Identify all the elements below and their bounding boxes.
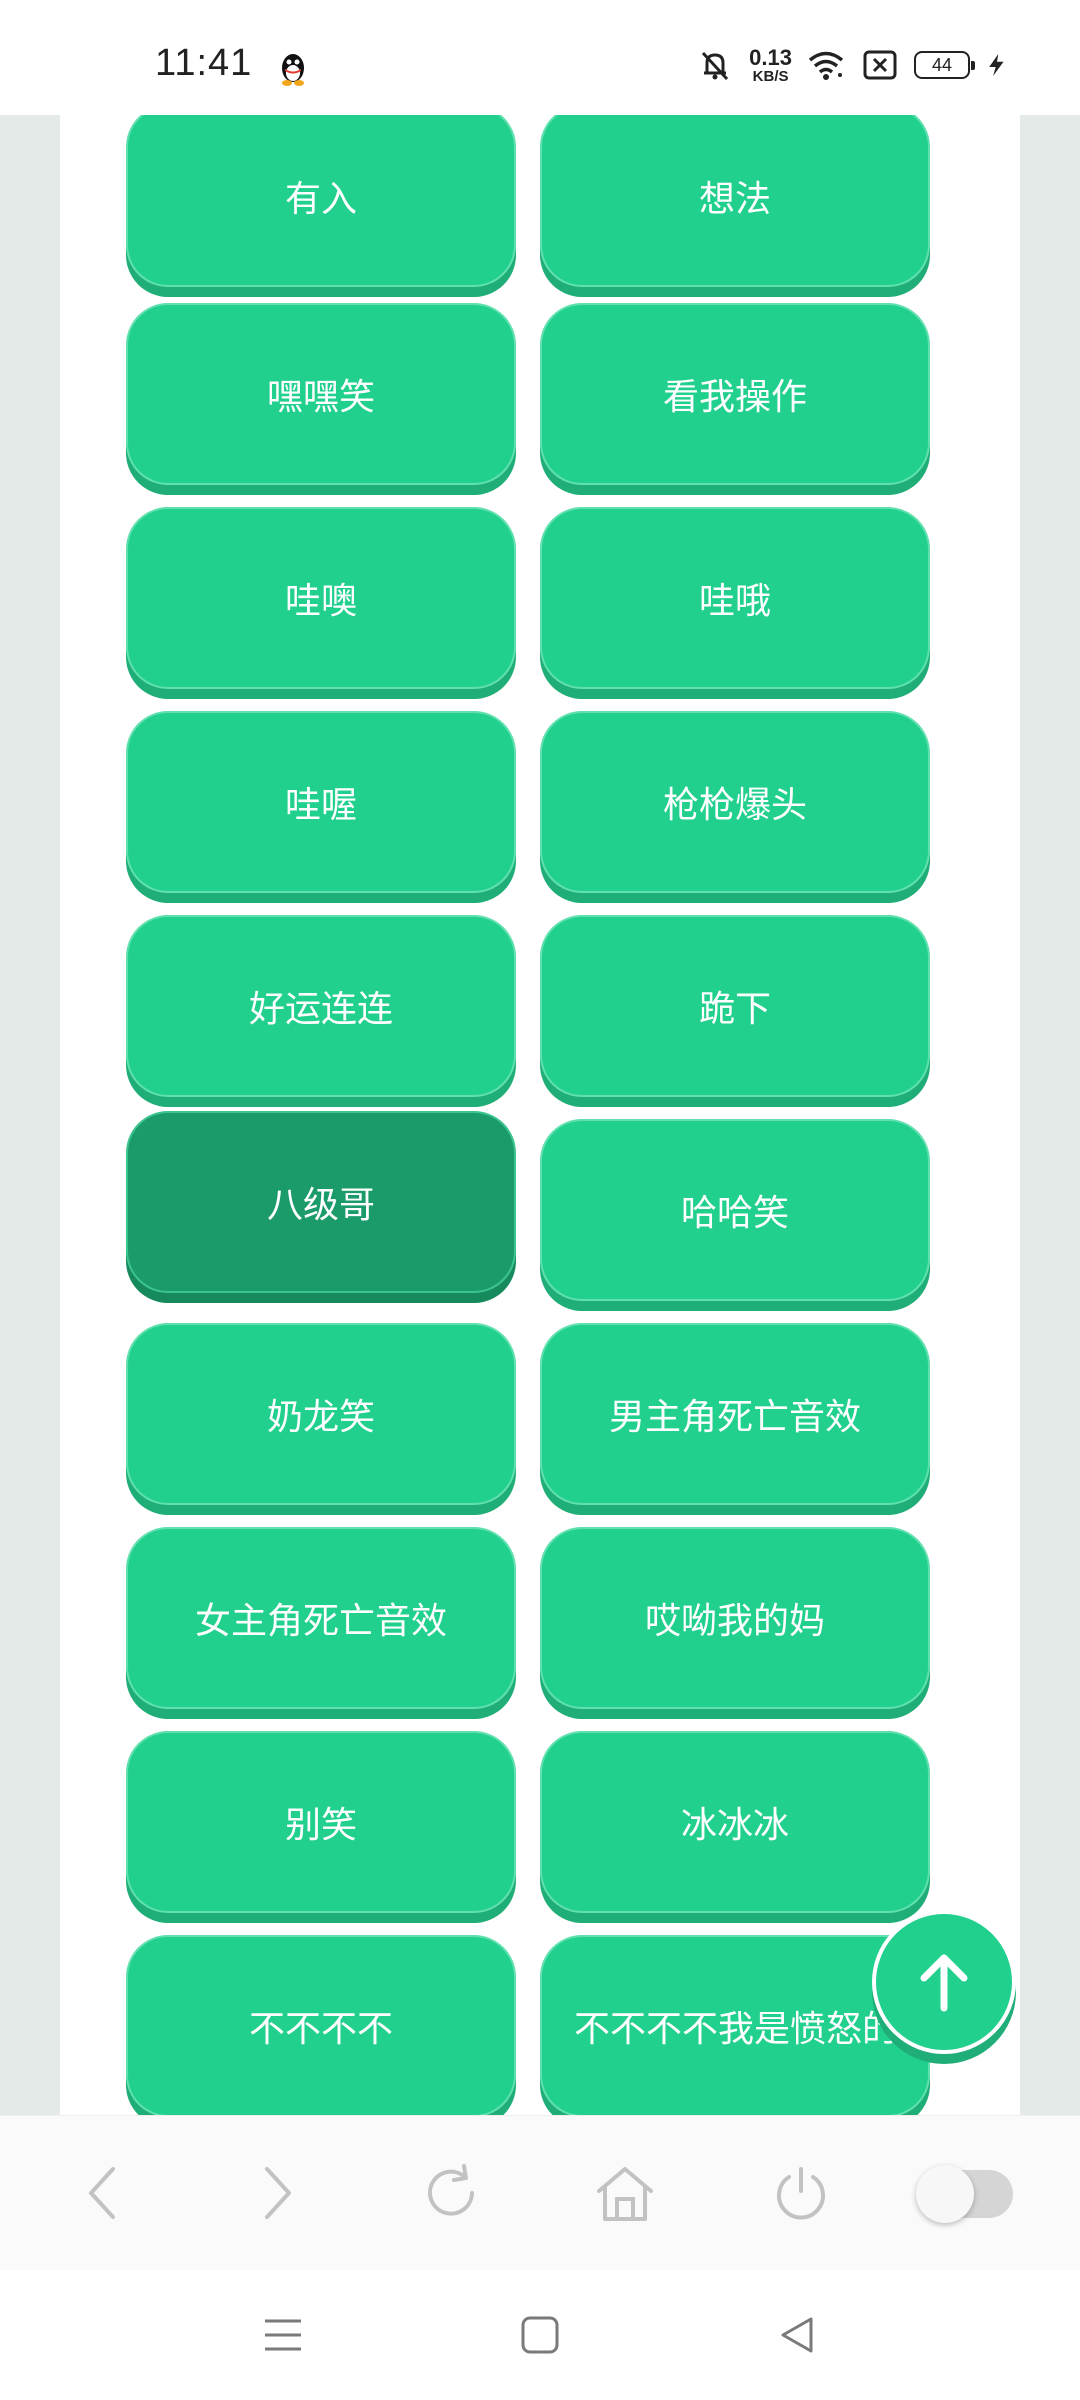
refresh-button[interactable] xyxy=(416,2158,486,2228)
charging-icon xyxy=(989,53,1004,77)
back-triangle-icon xyxy=(781,2317,813,2353)
arrow-up-icon xyxy=(920,1954,968,2012)
battery-icon: 44 xyxy=(914,51,975,79)
qq-icon xyxy=(282,54,304,86)
toggle-knob xyxy=(916,2165,974,2223)
home-icon xyxy=(597,2167,653,2221)
battery-level: 44 xyxy=(931,54,953,75)
sound-board[interactable]: 有入 想法 嘿嘿笑 看我操作 哇噢 哇哦 哇喔 枪枪爆头 好运连连 跪下 八级哥… xyxy=(60,115,1020,2115)
mute-bell-icon xyxy=(702,51,729,81)
home-nav-button[interactable] xyxy=(505,2300,575,2370)
home-button[interactable] xyxy=(590,2158,660,2228)
left-margin xyxy=(0,115,60,2115)
net-speed-value: 0.13 xyxy=(749,44,792,70)
close-box-icon xyxy=(863,50,897,80)
status-time: 11:41 xyxy=(155,42,253,84)
sound-button[interactable]: 有入 xyxy=(126,115,516,287)
status-icons: 0.13 KB/S 44 xyxy=(695,40,1010,90)
status-bar: 11:41 0.13 KB/S 44 xyxy=(0,0,1080,115)
sound-button[interactable]: 女主角死亡音效 xyxy=(126,1527,516,1709)
sound-button[interactable]: 不不不不我是愤怒的 xyxy=(540,1935,930,2115)
sound-button[interactable]: 哇哦 xyxy=(540,507,930,689)
refresh-icon xyxy=(428,2164,474,2216)
sound-button[interactable]: 好运连连 xyxy=(126,915,516,1097)
sound-button[interactable]: 男主角死亡音效 xyxy=(540,1323,930,1505)
sound-button[interactable]: 不不不不 xyxy=(126,1935,516,2115)
forward-icon xyxy=(265,2167,291,2219)
forward-button[interactable] xyxy=(242,2158,312,2228)
power-button[interactable] xyxy=(766,2158,836,2228)
toggle-switch[interactable] xyxy=(916,2165,1013,2223)
back-button[interactable] xyxy=(68,2158,138,2228)
sound-button[interactable]: 奶龙笑 xyxy=(126,1323,516,1505)
sound-button[interactable]: 冰冰冰 xyxy=(540,1731,930,1913)
sound-button[interactable]: 跪下 xyxy=(540,915,930,1097)
net-speed: 0.13 KB/S xyxy=(749,44,792,85)
power-icon xyxy=(777,2167,825,2220)
sound-button[interactable]: 哎呦我的妈 xyxy=(540,1527,930,1709)
sound-button[interactable]: 嘿嘿笑 xyxy=(126,303,516,485)
sound-button[interactable]: 别笑 xyxy=(126,1731,516,1913)
system-navigation-bar xyxy=(0,2270,1080,2400)
menu-icon xyxy=(265,2319,301,2351)
back-to-top-button[interactable] xyxy=(872,1910,1016,2054)
menu-button[interactable] xyxy=(248,2300,318,2370)
net-speed-unit: KB/S xyxy=(752,67,789,85)
sound-button[interactable]: 枪枪爆头 xyxy=(540,711,930,893)
sound-button-pressed[interactable]: 八级哥 xyxy=(126,1111,516,1293)
back-icon xyxy=(89,2167,115,2219)
sound-button[interactable]: 哇噢 xyxy=(126,507,516,689)
wifi-icon xyxy=(808,51,844,80)
sound-button[interactable]: 想法 xyxy=(540,115,930,287)
back-nav-button[interactable] xyxy=(762,2300,832,2370)
sound-button[interactable]: 看我操作 xyxy=(540,303,930,485)
sound-button[interactable]: 哇喔 xyxy=(126,711,516,893)
sound-button[interactable]: 哈哈笑 xyxy=(540,1119,930,1301)
home-square-icon xyxy=(521,2316,559,2354)
right-margin xyxy=(1020,115,1080,2115)
